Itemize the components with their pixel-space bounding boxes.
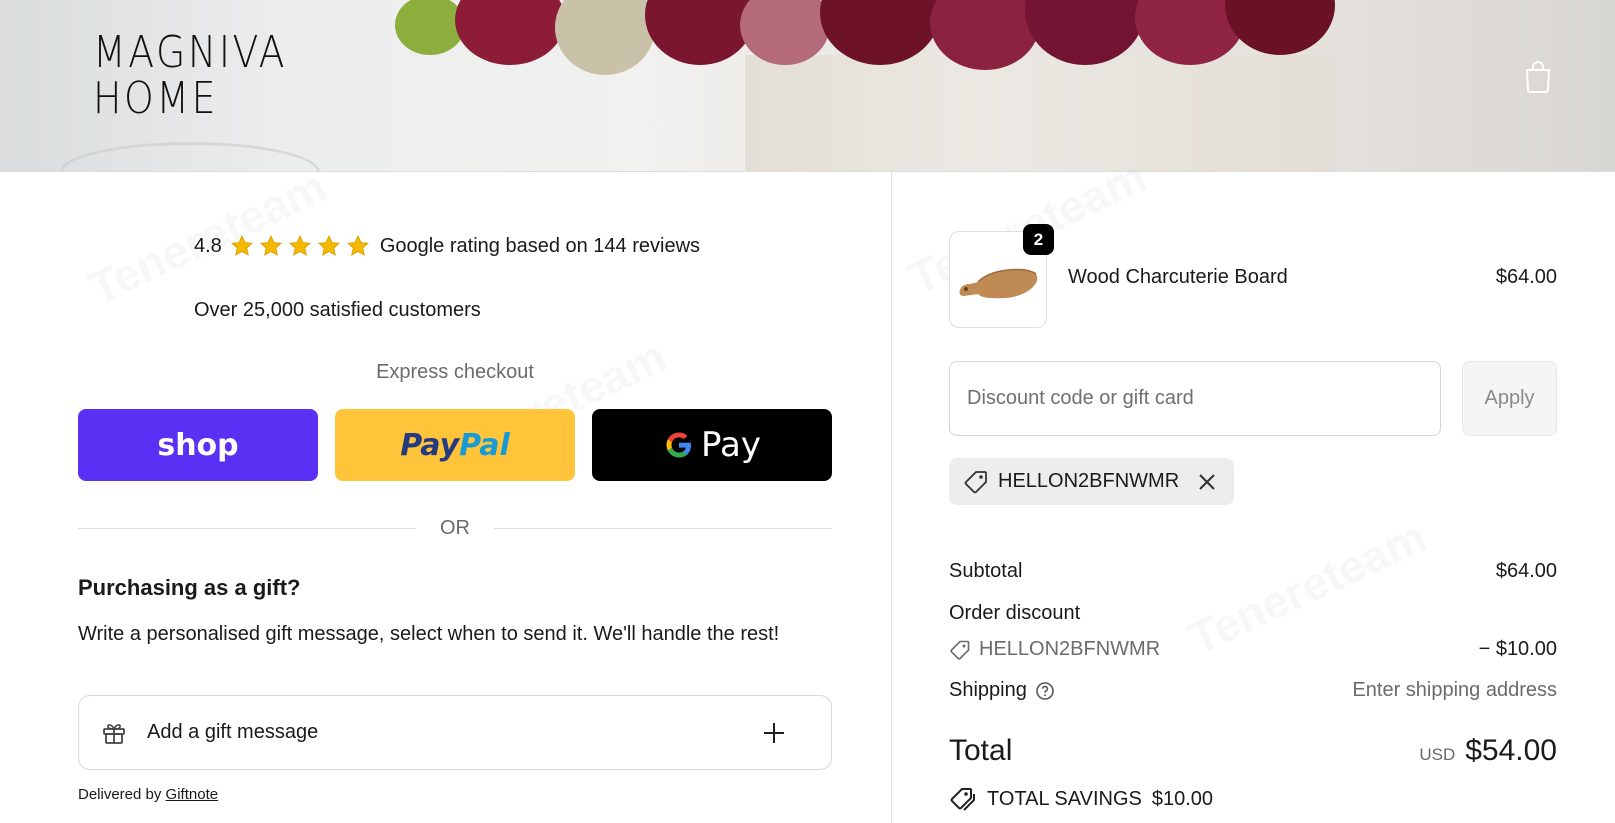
gift-description: Write a personalised gift message, selec… — [78, 623, 780, 645]
paypal-label-part-1: Pay — [400, 427, 460, 463]
column-divider — [891, 172, 892, 823]
delivered-by: Delivered by Giftnote — [78, 786, 218, 803]
total-savings: TOTAL SAVINGS $10.00 — [949, 786, 1213, 812]
add-gift-message-button[interactable]: Add a gift message — [78, 695, 832, 770]
shopping-bag-icon[interactable] — [1523, 59, 1553, 93]
remove-discount-icon[interactable] — [1196, 471, 1218, 493]
google-rating: 4.8 Google rating based on 144 reviews — [194, 233, 700, 259]
star-icon — [288, 235, 311, 256]
or-divider: OR — [78, 516, 832, 540]
quantity-badge: 2 — [1023, 224, 1054, 255]
subtotal-label: Subtotal — [949, 560, 1023, 582]
total-savings-label: TOTAL SAVINGS — [987, 787, 1142, 810]
paypal-label-part-2: Pal — [459, 427, 510, 463]
discount-code-row: HELLON2BFNWMR − $10.00 — [949, 638, 1557, 661]
star-icon — [317, 235, 340, 256]
discount-code-text: HELLON2BFNWMR — [979, 638, 1161, 660]
rating-text: Google rating based on 144 reviews — [379, 234, 701, 257]
star-icon — [346, 235, 369, 256]
header-banner: MAGNIVA HOME — [0, 0, 1615, 172]
star-icon — [230, 235, 253, 256]
banner-flowers-image — [395, 0, 1355, 75]
tag-icon — [964, 470, 987, 493]
product-name: Wood Charcuterie Board — [1068, 266, 1288, 288]
google-pay-content: Pay — [663, 425, 761, 465]
add-gift-message-label: Add a gift message — [147, 721, 319, 743]
giftnote-link[interactable]: Giftnote — [166, 786, 219, 803]
customers-text: Over 25,000 satisfied customers — [194, 299, 481, 321]
gift-icon — [103, 723, 125, 744]
discount-code-input[interactable] — [949, 361, 1441, 436]
paypal-label: PayPal — [400, 428, 510, 463]
brand-logo[interactable]: MAGNIVA HOME — [93, 27, 288, 125]
shipping-value: Enter shipping address — [1352, 679, 1557, 701]
subtotal-row: Subtotal $64.00 — [949, 560, 1557, 583]
logo-line-2: HOME — [93, 73, 219, 124]
applied-discount-chip: HELLON2BFNWMR — [949, 458, 1235, 505]
applied-discount-code: HELLON2BFNWMR — [998, 470, 1180, 492]
delivered-prefix: Delivered by — [78, 786, 166, 803]
savings-tag-icon — [950, 788, 975, 811]
shipping-label-group: Shipping — [949, 679, 1055, 702]
plus-icon — [764, 722, 784, 743]
total-amount: $54.00 — [1465, 734, 1557, 767]
shop-pay-label: shop — [157, 427, 239, 463]
rating-score: 4.8 — [194, 234, 222, 257]
product-price: $64.00 — [1495, 266, 1557, 288]
discount-code-group: HELLON2BFNWMR — [949, 638, 1160, 661]
total-label: Total — [949, 734, 1013, 767]
google-pay-label: Pay — [701, 425, 761, 465]
gift-title: Purchasing as a gift? — [78, 575, 301, 600]
google-pay-button[interactable]: Pay — [592, 409, 832, 481]
banner-glass-decoration — [60, 142, 320, 171]
shipping-label: Shipping — [949, 679, 1027, 701]
apply-discount-button[interactable]: Apply — [1462, 361, 1557, 436]
paypal-button[interactable]: PayPal — [335, 409, 575, 481]
express-checkout-title: Express checkout — [376, 361, 534, 383]
or-divider-line — [78, 527, 416, 529]
tag-icon — [950, 640, 970, 660]
total-row: Total USD $54.00 — [949, 734, 1557, 768]
google-g-icon — [666, 432, 692, 458]
or-divider-line — [494, 527, 832, 529]
shop-pay-button[interactable]: shop — [78, 409, 318, 481]
order-discount-row: Order discount — [949, 602, 1557, 625]
currency-code: USD — [1419, 745, 1456, 764]
logo-line-1: MAGNIVA — [93, 27, 288, 78]
question-circle-icon[interactable] — [1035, 681, 1055, 701]
subtotal-value: $64.00 — [1495, 560, 1557, 582]
total-savings-value: $10.00 — [1151, 787, 1214, 810]
or-text: OR — [440, 516, 470, 539]
order-discount-label: Order discount — [949, 602, 1081, 624]
discount-value: − $10.00 — [1478, 638, 1557, 660]
star-icon — [259, 235, 282, 256]
shipping-row: Shipping Enter shipping address — [949, 679, 1557, 702]
rating-stars — [230, 234, 370, 258]
total-amount-group: USD $54.00 — [1419, 734, 1557, 768]
